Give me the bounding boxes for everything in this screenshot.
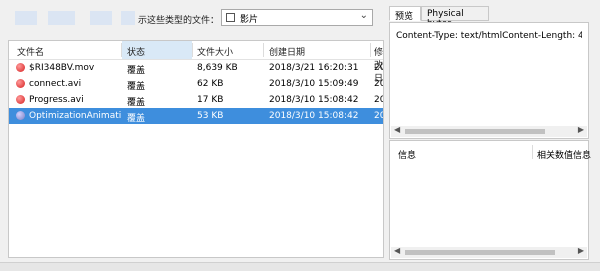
detail-pane: 预览 Physical bytes Content-Type: text/htm… xyxy=(389,6,591,260)
toolbar-button-blurred[interactable] xyxy=(90,11,112,25)
file-status-icon xyxy=(16,111,25,120)
filetype-label: 示这些类型的文件： xyxy=(138,16,220,26)
col-size[interactable]: 文件大小 xyxy=(197,45,233,58)
toolbar-button-blurred[interactable] xyxy=(48,11,75,25)
scrollbar-thumb[interactable] xyxy=(405,129,545,134)
film-icon xyxy=(226,13,235,22)
table-row[interactable]: connect.avi 覆盖 62 KB 2018/3/10 15:09:49 … xyxy=(9,76,383,92)
file-created: 2018/3/10 15:09:49 xyxy=(269,79,359,89)
tab-preview[interactable]: 预览 xyxy=(389,6,421,22)
file-status: 覆盖 xyxy=(127,82,146,92)
toolbar-button-blurred[interactable] xyxy=(15,11,37,25)
file-size: 62 KB xyxy=(197,79,224,89)
info-col-value[interactable]: 相关数值信息 xyxy=(537,148,591,161)
file-status: 覆盖 xyxy=(127,98,146,108)
preview-panel: Content-Type: text/htmlContent-Length: 4… xyxy=(389,22,589,139)
file-name: Progress.avi xyxy=(29,95,84,105)
preview-scrollbar[interactable]: ◀ ▶ xyxy=(391,125,587,137)
info-panel: 信息 相关数值信息 ◀ ▶ xyxy=(389,140,591,260)
file-status-icon xyxy=(16,63,25,72)
list-header: 文件名 状态 文件大小 创建日期 修改日 xyxy=(9,41,383,84)
file-modified: 2005/ xyxy=(374,79,383,89)
filetype-value: 影片 xyxy=(240,15,259,25)
file-size: 53 KB xyxy=(197,111,224,121)
file-modified: 2018/ xyxy=(374,63,383,73)
toolbar: 示这些类型的文件： 影片 ⌄ xyxy=(0,0,385,36)
table-row[interactable]: $RI348BV.mov 覆盖 8,639 KB 2018/3/21 16:20… xyxy=(9,60,383,76)
file-name: connect.avi xyxy=(29,79,82,89)
info-col-label[interactable]: 信息 xyxy=(398,148,416,161)
scroll-left-icon[interactable]: ◀ xyxy=(394,246,400,255)
file-created: 2018/3/10 15:08:42 xyxy=(269,111,359,121)
col-filename[interactable]: 文件名 xyxy=(17,45,44,58)
file-size: 8,639 KB xyxy=(197,63,238,73)
preview-text: Content-Type: text/htmlContent-Length: 4… xyxy=(396,31,582,41)
scroll-left-icon[interactable]: ◀ xyxy=(394,125,400,134)
file-created: 2018/3/10 15:08:42 xyxy=(269,95,359,105)
file-modified: 2014/ xyxy=(374,95,383,105)
table-row[interactable]: Progress.avi 覆盖 17 KB 2018/3/10 15:08:42… xyxy=(9,92,383,108)
file-status: 覆盖 xyxy=(127,114,146,124)
col-created[interactable]: 创建日期 xyxy=(269,45,305,58)
col-status[interactable]: 状态 xyxy=(127,45,145,58)
scroll-right-icon[interactable]: ▶ xyxy=(578,125,584,134)
file-list: 文件名 状态 文件大小 创建日期 修改日 $RI348BV.mov 覆盖 8,6… xyxy=(8,40,384,258)
file-size: 17 KB xyxy=(197,95,224,105)
scrollbar-thumb[interactable] xyxy=(405,250,555,255)
table-row-selected[interactable]: OptimizationAnimatio... 覆盖 53 KB 2018/3/… xyxy=(9,108,383,124)
filetype-select[interactable]: 影片 ⌄ xyxy=(221,9,373,26)
file-name: $RI348BV.mov xyxy=(29,63,95,73)
file-modified: 2009/ xyxy=(374,111,383,121)
tab-physical-bytes[interactable]: Physical bytes xyxy=(421,6,489,29)
file-status: 覆盖 xyxy=(127,66,146,76)
file-name: OptimizationAnimatio... xyxy=(29,111,121,121)
file-created: 2018/3/21 16:20:31 xyxy=(269,63,359,73)
info-scrollbar[interactable]: ◀ ▶ xyxy=(391,246,587,258)
toolbar-button-blurred[interactable] xyxy=(121,11,135,25)
file-status-icon xyxy=(16,95,25,104)
scroll-right-icon[interactable]: ▶ xyxy=(578,246,584,255)
file-status-icon xyxy=(16,79,25,88)
chevron-down-icon: ⌄ xyxy=(359,10,368,21)
